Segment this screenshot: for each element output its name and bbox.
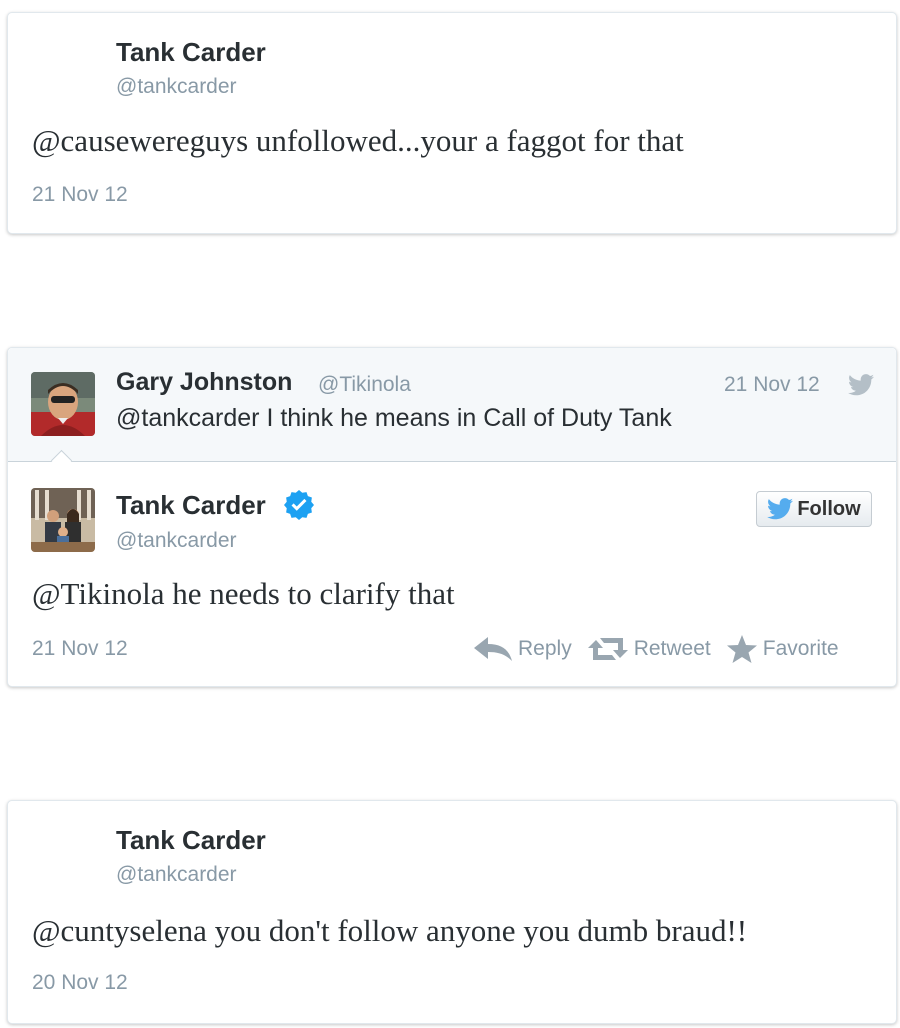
favorite-label: Favorite: [762, 637, 839, 660]
author-name[interactable]: Tank Carder: [116, 37, 266, 68]
reply-author-name[interactable]: Gary Johnston: [116, 368, 292, 397]
reply-arrow-icon: [474, 637, 512, 661]
author-handle[interactable]: @tankcarder: [116, 863, 237, 887]
tweet-text: @Tikinola he needs to clarify that: [32, 576, 455, 611]
star-icon: [726, 635, 757, 663]
follow-label: Follow: [797, 497, 861, 520]
retweet-icon: [587, 638, 628, 660]
tweet-card-with-reply: Gary Johnston @Tikinola 21 Nov 12 @tankc…: [7, 347, 897, 687]
tweet-text: @causewereguys unfollowed...your a faggo…: [32, 123, 684, 158]
reply-author-handle[interactable]: @Tikinola: [318, 373, 411, 397]
avatar[interactable]: [31, 372, 95, 436]
tweet-text: @cuntyselena you don't follow anyone you…: [32, 913, 748, 948]
author-name[interactable]: Tank Carder: [116, 490, 266, 521]
favorite-button[interactable]: Favorite: [726, 635, 839, 663]
reply-button[interactable]: Reply: [474, 637, 572, 661]
twitter-bird-icon[interactable]: [848, 374, 874, 396]
follow-button[interactable]: Follow: [756, 491, 872, 527]
twitter-bird-icon: [767, 498, 794, 520]
author-name[interactable]: Tank Carder: [116, 825, 266, 856]
reply-tweet-text: @tankcarder I think he means in Call of …: [116, 404, 672, 432]
verified-badge-icon: [284, 490, 314, 520]
reply-date[interactable]: 21 Nov 12: [724, 373, 820, 397]
tweet-date[interactable]: 21 Nov 12: [32, 183, 128, 207]
tweet-card: Tank Carder @tankcarder @cuntyselena you…: [7, 800, 897, 1024]
tweet-date[interactable]: 20 Nov 12: [32, 971, 128, 995]
tweet-actions: Reply Retweet Favorite: [474, 633, 839, 665]
in-reply-to-tweet: Gary Johnston @Tikinola 21 Nov 12 @tankc…: [8, 348, 896, 462]
tweet-card: Tank Carder @tankcarder @causewereguys u…: [7, 12, 897, 234]
author-handle[interactable]: @tankcarder: [116, 75, 237, 99]
reply-label: Reply: [518, 637, 572, 660]
retweet-label: Retweet: [633, 637, 711, 660]
author-handle[interactable]: @tankcarder: [116, 529, 237, 553]
tweet-date[interactable]: 21 Nov 12: [32, 637, 128, 661]
retweet-button[interactable]: Retweet: [587, 636, 711, 662]
avatar[interactable]: [31, 488, 95, 552]
